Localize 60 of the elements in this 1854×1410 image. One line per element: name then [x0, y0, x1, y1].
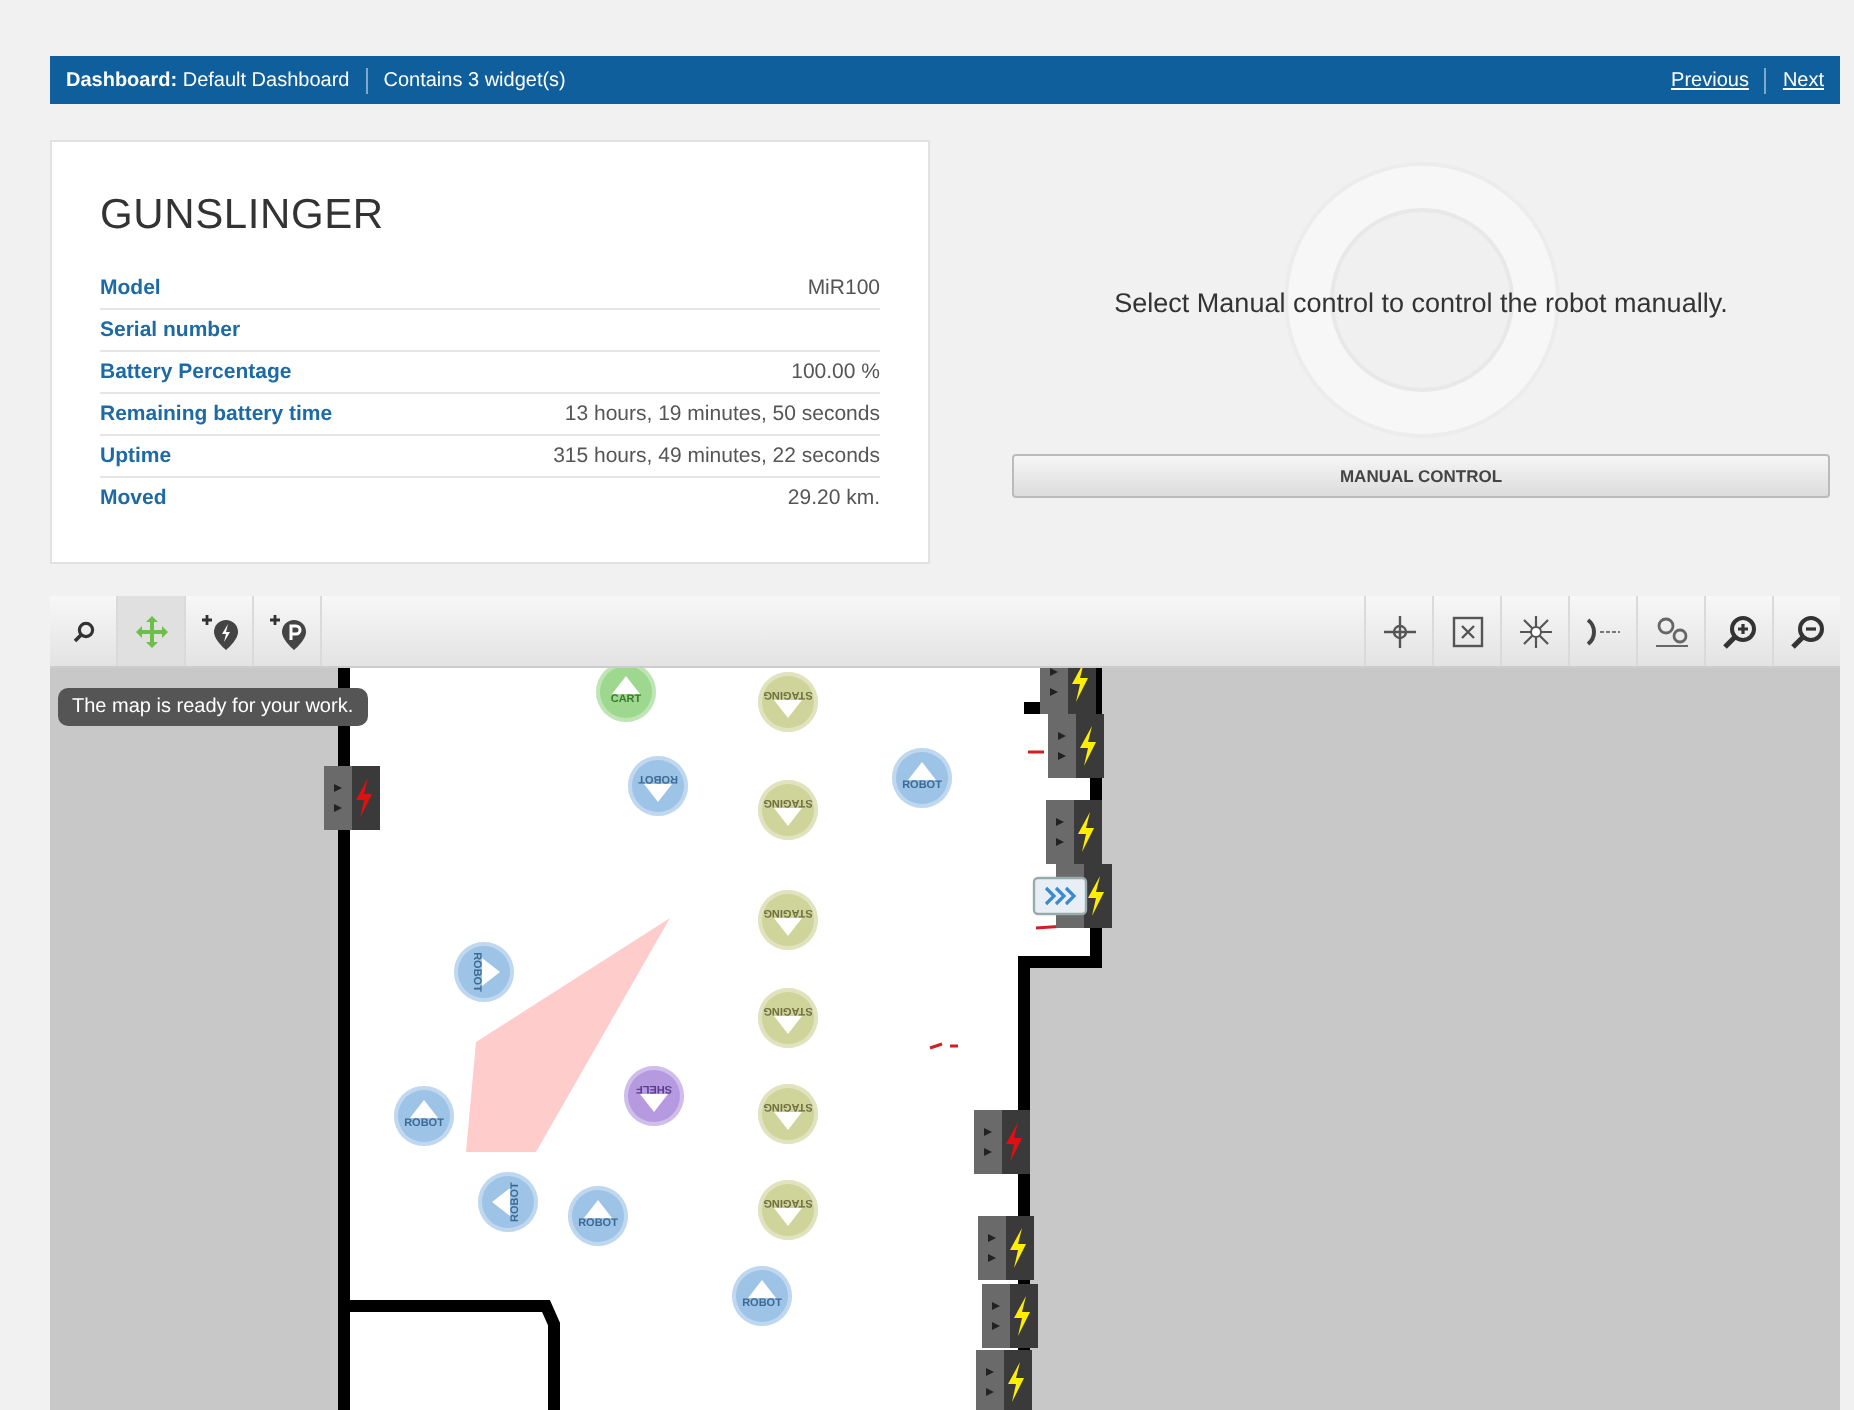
crosshair-icon: [1381, 613, 1417, 649]
direction-arrow-icon: [410, 1100, 438, 1119]
charging-station-icon: [1040, 668, 1096, 714]
zoom-out-icon: [1789, 613, 1825, 649]
add-pin-icon: [267, 611, 307, 651]
direction-arrow-icon: [481, 958, 500, 986]
charging-station[interactable]: [1046, 800, 1102, 864]
direction-arrow-icon: [644, 783, 672, 802]
charging-station[interactable]: [978, 1216, 1034, 1280]
field-label: Battery Percentage: [100, 360, 292, 384]
widget-count: Contains 3 widget(s): [383, 69, 566, 91]
charging-station-icon: [974, 1110, 1030, 1174]
direction-arrow-icon: [748, 1280, 776, 1299]
field-value: 315 hours, 49 minutes, 22 seconds: [553, 444, 880, 468]
charging-station[interactable]: [976, 1350, 1032, 1410]
field-label: Uptime: [100, 444, 172, 468]
dashboard-title: Dashboard: Default Dashboard: [66, 69, 350, 91]
field-value: 13 hours, 19 minutes, 50 seconds: [564, 402, 880, 426]
move-icon: [133, 613, 169, 649]
direction-arrow-icon: [774, 807, 802, 826]
nav-link[interactable]: Next: [1782, 69, 1824, 91]
direction-arrow-icon: [774, 699, 802, 718]
field-label: Serial number: [100, 318, 241, 342]
direction-arrow-icon: [640, 1093, 668, 1112]
charging-station-icon: [982, 1284, 1038, 1348]
charging-station[interactable]: [1040, 668, 1096, 714]
add-charger-icon: [199, 611, 239, 651]
direction-arrow-icon: [774, 917, 802, 936]
field-label: Model: [100, 276, 161, 300]
direction-arrow-icon: [492, 1188, 511, 1216]
zoom-in-icon: [1721, 613, 1757, 649]
nav-link[interactable]: Previous: [1671, 69, 1749, 91]
direction-arrow-icon: [774, 1015, 802, 1034]
direction-arrow-icon: [774, 1207, 802, 1226]
charging-station[interactable]: [1048, 714, 1104, 778]
direction-arrow-icon: [908, 762, 936, 781]
robot-name: GUNSLINGER: [100, 192, 386, 240]
direction-arrow-icon: [774, 1111, 802, 1130]
fit-screen-icon: [1449, 613, 1485, 649]
charging-station-icon: [1048, 714, 1104, 778]
burst-icon: [1517, 613, 1553, 649]
pins-icon: [1651, 613, 1691, 649]
field-value: 100.00 %: [791, 360, 880, 384]
charging-station-icon: [1046, 800, 1102, 864]
manual-control-message: Select Manual control to control the robot manually.: [1114, 288, 1728, 318]
field-value: 29.20 km.: [787, 486, 880, 510]
manual-control-button[interactable]: MANUAL CONTROL: [1012, 454, 1830, 498]
direction-arrow-icon: [584, 1200, 612, 1219]
map-status-tooltip: The map is ready for your work.: [58, 688, 368, 726]
charging-station-icon: [324, 766, 380, 830]
door-icon: [1032, 876, 1088, 916]
field-value: MiR100: [807, 276, 880, 300]
charging-station[interactable]: [982, 1284, 1038, 1348]
direction-arrow-icon: [612, 676, 640, 695]
field-label: Moved: [100, 486, 167, 510]
laser-icon: [1583, 613, 1623, 649]
charging-station-icon: [976, 1350, 1032, 1410]
charging-station-icon: [978, 1216, 1034, 1280]
search-icon: [71, 619, 95, 643]
field-label: Remaining battery time: [100, 402, 333, 426]
